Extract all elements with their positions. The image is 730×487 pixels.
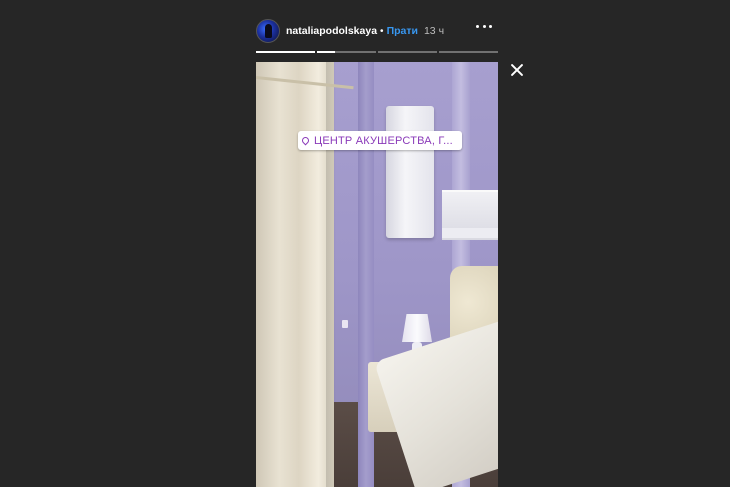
avatar[interactable] bbox=[256, 19, 280, 43]
story-timestamp: 13 ч bbox=[423, 25, 445, 37]
follow-button[interactable]: Прати bbox=[387, 25, 418, 37]
progress-segment bbox=[317, 51, 376, 53]
location-sticker[interactable]: ЦЕНТР АКУШЕРСТВА, Г... bbox=[298, 131, 462, 150]
more-horizontal-icon[interactable] bbox=[476, 25, 492, 29]
progress-segment bbox=[256, 51, 315, 53]
username-link[interactable]: nataliapodolskaya bbox=[286, 25, 377, 37]
curtain bbox=[256, 62, 336, 487]
location-sticker-text: ЦЕНТР АКУШЕРСТВА, Г... bbox=[314, 134, 453, 147]
story-media[interactable] bbox=[256, 62, 498, 487]
wall-shelf-lower bbox=[442, 228, 498, 238]
close-icon[interactable] bbox=[510, 63, 524, 77]
progress-segment bbox=[439, 51, 498, 53]
wall-socket bbox=[342, 320, 348, 328]
location-pin-icon bbox=[300, 135, 311, 145]
water-heater bbox=[386, 106, 434, 238]
story-header: nataliapodolskaya • Прати 13 ч bbox=[256, 17, 498, 45]
lamp-shade bbox=[402, 314, 432, 342]
progress-segment bbox=[378, 51, 437, 53]
story-progress-bar bbox=[256, 51, 498, 53]
separator-dot: • bbox=[380, 25, 384, 37]
